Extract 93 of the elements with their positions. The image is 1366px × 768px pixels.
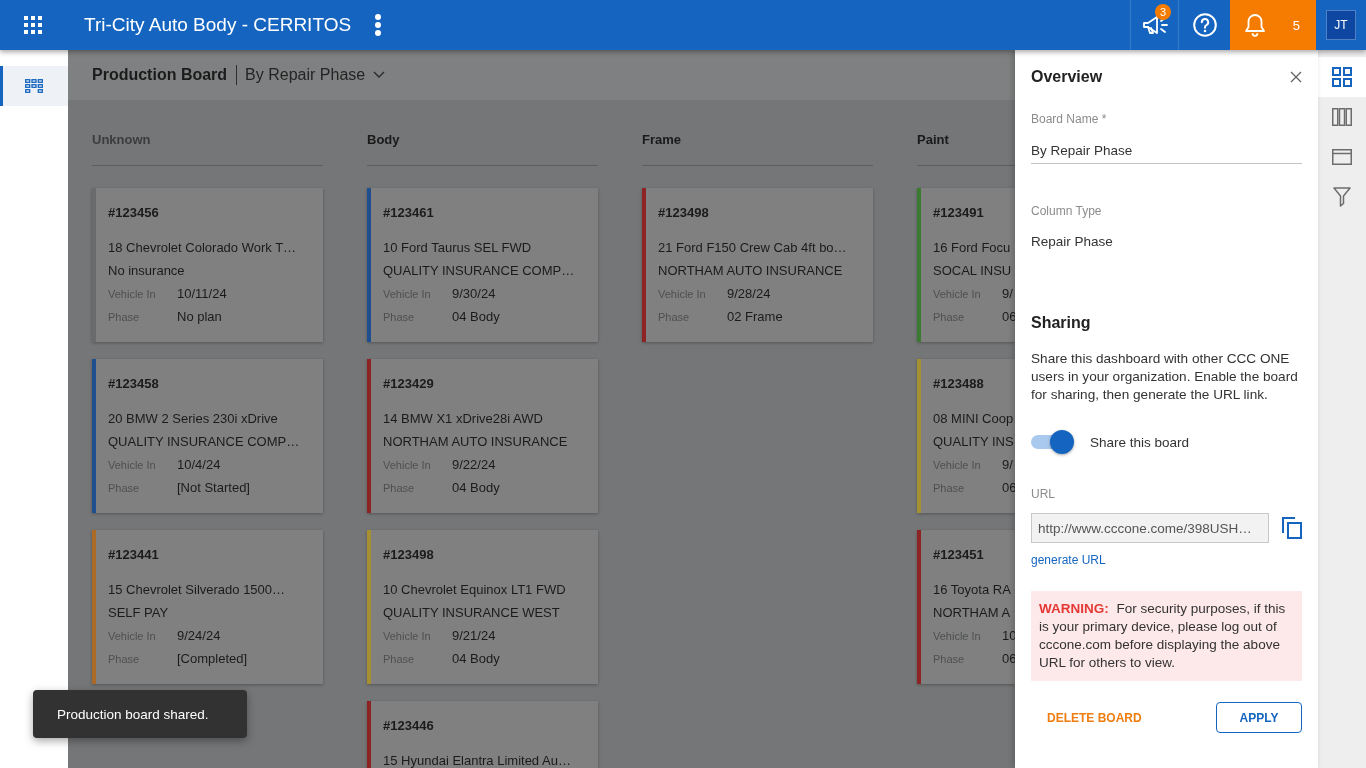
vehicle-name: 21 Ford F150 Crew Cab 4ft bo… bbox=[658, 239, 848, 257]
field-value: 9/22/24 bbox=[452, 457, 496, 472]
field-value: 04 Body bbox=[452, 480, 500, 495]
board-name-field[interactable]: By Repair Phase bbox=[1031, 140, 1302, 164]
column-title: Unknown bbox=[92, 132, 151, 147]
column-title: Paint bbox=[917, 132, 949, 147]
job-number: #123429 bbox=[383, 375, 435, 393]
vehicle-name: 15 Hyundai Elantra Limited Au… bbox=[383, 752, 572, 768]
vehicle-name: 10 Chevrolet Equinox LT1 FWD bbox=[383, 581, 567, 599]
job-number: #123458 bbox=[108, 375, 160, 393]
board-nav-item[interactable] bbox=[0, 66, 68, 106]
field-value: 02 Frame bbox=[727, 309, 783, 324]
field-value: 04 Body bbox=[452, 651, 500, 666]
vehicle-name: 14 BMW X1 xDrive28i AWD bbox=[383, 410, 544, 428]
field-label: Column Type bbox=[1031, 204, 1103, 218]
dot-grid-icon[interactable] bbox=[24, 16, 42, 34]
field-label: Board Name * bbox=[1031, 112, 1108, 126]
kebab-menu-icon[interactable] bbox=[375, 14, 382, 36]
job-number: #123491 bbox=[933, 204, 985, 222]
job-number: #123461 bbox=[383, 204, 435, 222]
toast-message: Production board shared. bbox=[33, 690, 247, 738]
app-title: Tri-City Auto Body - CERRITOS bbox=[84, 14, 352, 36]
field-value: 04 Body bbox=[452, 309, 500, 324]
job-number: #123441 bbox=[108, 546, 160, 564]
insurance-name: QUALITY INSURANCE WEST bbox=[383, 604, 561, 622]
vehicle-name: 15 Chevrolet Silverado 1500… bbox=[108, 581, 287, 599]
field-value: [Completed] bbox=[177, 651, 248, 666]
field-value: 10/11/24 bbox=[177, 286, 227, 301]
job-number: #123451 bbox=[933, 546, 985, 564]
insurance-name: SELF PAY bbox=[108, 604, 170, 622]
apply-button[interactable]: APPLY bbox=[1216, 702, 1302, 733]
delete-board-button[interactable]: DELETE BOARD bbox=[1031, 702, 1158, 733]
insurance-name: QUALITY INSURANCE COMP… bbox=[108, 433, 301, 451]
vehicle-name: 10 Ford Taurus SEL FWD bbox=[383, 239, 533, 257]
job-card[interactable]: #123446 15 Hyundai Elantra Limited Au… bbox=[367, 701, 598, 768]
panel-title: Overview bbox=[1031, 68, 1103, 86]
grid-icon bbox=[1332, 67, 1352, 87]
vehicle-name: 16 Toyota RA bbox=[933, 581, 1012, 599]
field-value: No plan bbox=[177, 309, 222, 324]
field-value: 06 bbox=[1002, 651, 1015, 666]
column-title: Frame bbox=[642, 132, 682, 147]
kanban-board-icon bbox=[25, 79, 43, 93]
field-value: 10 bbox=[1002, 628, 1015, 643]
field-value: 06 bbox=[1002, 480, 1015, 495]
warning-message: WARNING: For security purposes, if this is your primary device, please log out of cccone.com before displaying the above URL for others to view. bbox=[1031, 591, 1302, 681]
job-number: #123498 bbox=[383, 546, 435, 564]
vehicle-name: 20 BMW 2 Series 230i xDrive bbox=[108, 410, 279, 428]
sharing-description: Share this dashboard with other CCC ONE users in your organization. Enable the board for sharing, then generate the URL link. bbox=[1031, 350, 1299, 404]
board-title: Production Board bbox=[92, 66, 228, 84]
view-selector[interactable]: By Repair Phase bbox=[245, 66, 386, 84]
columns-icon bbox=[1332, 108, 1352, 126]
help-icon[interactable] bbox=[1192, 13, 1217, 37]
field-value: 06 bbox=[1002, 309, 1015, 324]
copy-icon[interactable] bbox=[1282, 517, 1302, 539]
column-title: Body bbox=[367, 132, 400, 147]
vehicle-name: 18 Chevrolet Colorado Work T… bbox=[108, 239, 298, 257]
field-value: [Not Started] bbox=[177, 480, 250, 495]
field-value: 9/21/24 bbox=[452, 628, 496, 643]
job-number: #123498 bbox=[658, 204, 710, 222]
count-badge: 3 bbox=[1155, 4, 1171, 20]
job-number: #123488 bbox=[933, 375, 985, 393]
field-value: 9/28/24 bbox=[727, 286, 771, 301]
share-toggle[interactable] bbox=[1031, 430, 1074, 454]
field-value: 9/30/24 bbox=[452, 286, 496, 301]
user-avatar[interactable]: JT bbox=[1326, 10, 1356, 40]
insurance-name: NORTHAM A bbox=[933, 604, 1012, 622]
vehicle-name: 16 Ford Focu bbox=[933, 239, 1012, 257]
section-title: Sharing bbox=[1031, 313, 1092, 333]
column-type-value: Repair Phase bbox=[1031, 233, 1114, 251]
insurance-name: NORTHAM AUTO INSURANCE bbox=[383, 433, 569, 451]
insurance-name: No insurance bbox=[108, 262, 186, 280]
insurance-name: QUALITY INS bbox=[933, 433, 1015, 451]
close-icon[interactable] bbox=[1290, 71, 1302, 83]
insurance-name: NORTHAM AUTO INSURANCE bbox=[658, 262, 844, 280]
bell-icon bbox=[1244, 13, 1266, 37]
generate-url-link[interactable]: generate URL bbox=[1031, 553, 1106, 567]
filter-icon bbox=[1333, 187, 1351, 207]
overview-tab[interactable] bbox=[1318, 57, 1366, 97]
url-field[interactable]: http://www.cccone.come/398USH… bbox=[1031, 513, 1269, 543]
job-number: #123456 bbox=[108, 204, 160, 222]
field-label: URL bbox=[1031, 487, 1056, 501]
field-value: 9/ bbox=[1002, 286, 1013, 301]
field-value: 9/24/24 bbox=[177, 628, 221, 643]
job-number: #123446 bbox=[383, 717, 435, 735]
toggle-label: Share this board bbox=[1090, 434, 1190, 450]
insurance-name: QUALITY INSURANCE COMP… bbox=[383, 262, 576, 280]
field-value: 10/4/24 bbox=[177, 457, 221, 472]
notifications-button[interactable]: 5 bbox=[1230, 0, 1316, 50]
chevron-down-icon bbox=[373, 71, 386, 79]
field-value: 9/ bbox=[1002, 457, 1013, 472]
window-icon bbox=[1332, 149, 1352, 165]
insurance-name: SOCAL INSU bbox=[933, 262, 1013, 280]
vehicle-name: 08 MINI Coop bbox=[933, 410, 1015, 428]
